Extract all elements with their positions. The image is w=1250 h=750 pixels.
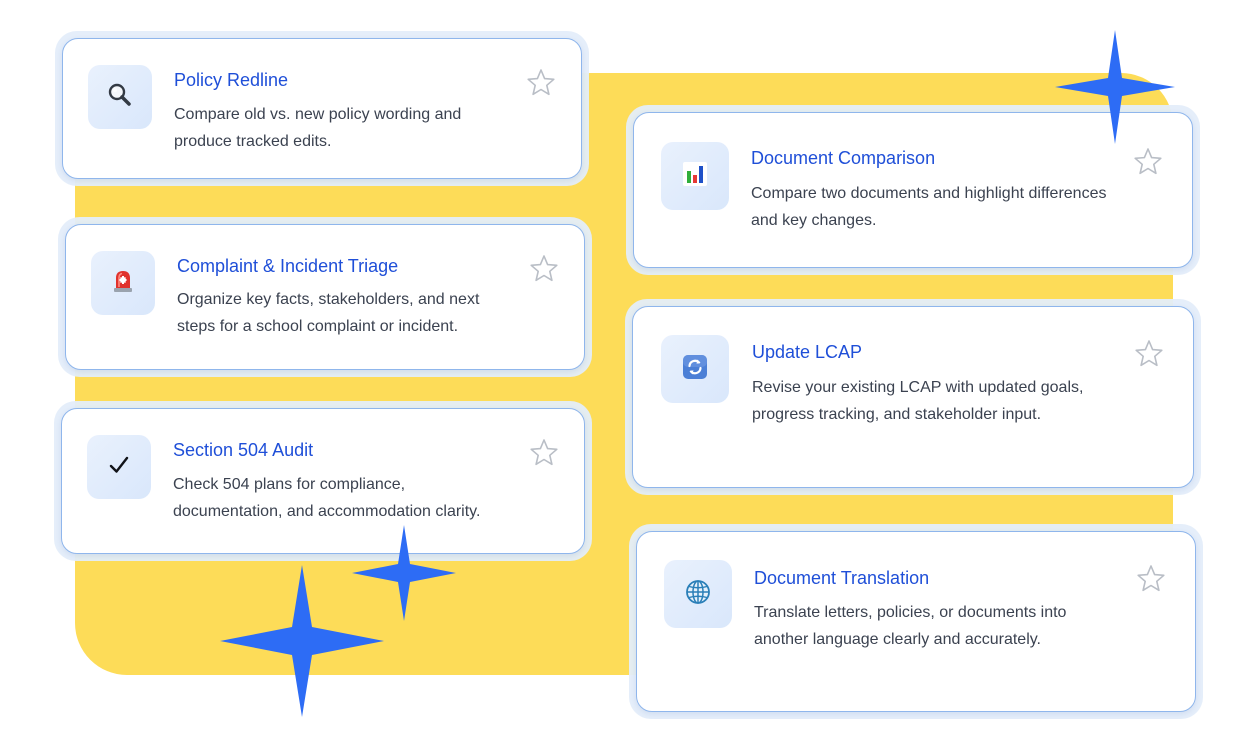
star-icon[interactable]	[1133, 338, 1165, 370]
card-description: Compare old vs. new policy wording and p…	[174, 106, 462, 150]
tool-card-update-lcap[interactable]: Update LCAP Revise your existing LCAP wi…	[632, 306, 1194, 488]
magnifying-glass-icon	[107, 82, 133, 113]
checkmark-icon	[108, 454, 130, 481]
tool-card-policy-redline-frame: Policy Redline Compare old vs. new polic…	[55, 31, 589, 186]
siren-icon	[111, 268, 135, 299]
star-icon[interactable]	[1135, 563, 1167, 595]
card-description: Check 504 plans for compliance, document…	[173, 476, 481, 520]
bar-chart-icon	[682, 161, 708, 192]
star-icon[interactable]	[1132, 146, 1164, 178]
card-icon-tile	[661, 335, 729, 403]
star-icon[interactable]	[528, 437, 560, 469]
card-icon-tile	[664, 560, 732, 628]
globe-icon	[684, 578, 712, 611]
tool-card-document-translation-frame: Document Translation Translate letters, …	[629, 524, 1203, 719]
sparkle-icon	[1055, 30, 1175, 144]
card-icon-tile	[661, 142, 729, 210]
card-description: Revise your existing LCAP with updated g…	[752, 379, 1084, 423]
tool-card-update-lcap-frame: Update LCAP Revise your existing LCAP wi…	[625, 299, 1201, 495]
card-title: Document Comparison	[751, 148, 936, 168]
card-title: Update LCAP	[752, 342, 863, 362]
star-icon[interactable]	[528, 253, 560, 285]
card-icon-tile	[87, 435, 151, 499]
tool-card-complaint-triage[interactable]: Complaint & Incident Triage Organize key…	[65, 224, 585, 370]
card-icon-tile	[91, 251, 155, 315]
card-description: Compare two documents and highlight diff…	[751, 185, 1107, 229]
tool-card-policy-redline[interactable]: Policy Redline Compare old vs. new polic…	[62, 38, 582, 179]
card-title: Section 504 Audit	[173, 440, 314, 460]
sparkle-icon	[220, 565, 384, 717]
card-description: Organize key facts, stakeholders, and ne…	[177, 291, 480, 335]
tool-card-section-504-audit[interactable]: Section 504 Audit Check 504 plans for co…	[61, 408, 585, 554]
card-title: Policy Redline	[174, 70, 289, 90]
card-title: Document Translation	[754, 568, 930, 588]
card-title: Complaint & Incident Triage	[177, 256, 399, 276]
card-description: Translate letters, policies, or document…	[754, 604, 1067, 648]
star-icon[interactable]	[525, 67, 557, 99]
tool-card-section-504-frame: Section 504 Audit Check 504 plans for co…	[54, 401, 592, 561]
refresh-icon	[682, 354, 708, 385]
tool-card-complaint-triage-frame: Complaint & Incident Triage Organize key…	[58, 217, 592, 377]
tool-card-document-translation[interactable]: Document Translation Translate letters, …	[636, 531, 1196, 712]
card-icon-tile	[88, 65, 152, 129]
